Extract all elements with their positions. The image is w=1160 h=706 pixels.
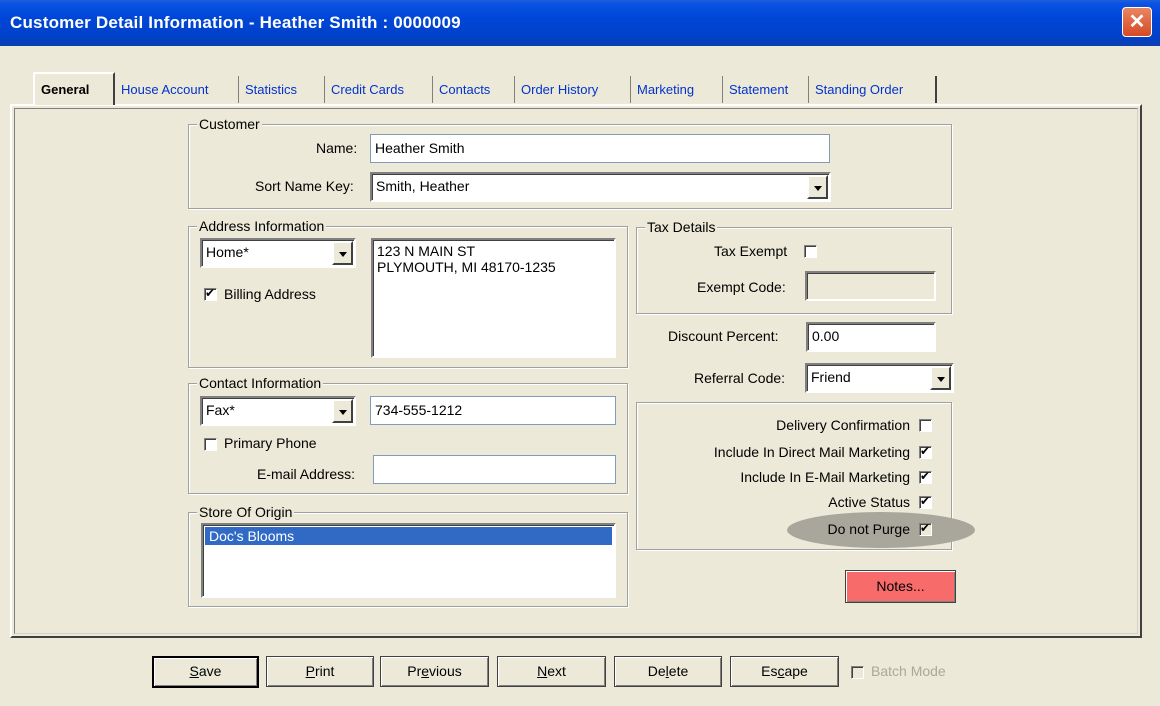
- tax-exempt-checkbox[interactable]: [804, 245, 817, 258]
- discount-percent-label: Discount Percent:: [668, 328, 779, 344]
- address-type-select[interactable]: Home*: [200, 238, 356, 268]
- email-input[interactable]: [373, 455, 616, 484]
- billing-address-checkbox[interactable]: [204, 285, 217, 301]
- billing-address-label: Billing Address: [224, 286, 316, 302]
- email-marketing-label: Include In E-Mail Marketing: [740, 469, 910, 485]
- referral-code-label: Referral Code:: [694, 370, 786, 386]
- previous-button[interactable]: Previous: [380, 656, 489, 687]
- sort-name-key-select[interactable]: Smith, Heather: [370, 172, 831, 202]
- store-listbox[interactable]: Doc's Blooms: [201, 523, 616, 598]
- save-label-rest: ave: [198, 663, 222, 679]
- delete-label-b: ete: [668, 663, 689, 679]
- tab-general[interactable]: General: [33, 72, 115, 105]
- address-line-1: 123 N MAIN ST: [377, 243, 476, 259]
- tab-marketing[interactable]: Marketing: [631, 76, 723, 103]
- address-legend: Address Information: [197, 218, 327, 234]
- phone-input[interactable]: 734-555-1212: [370, 396, 616, 425]
- delete-button[interactable]: Delete: [614, 656, 722, 687]
- referral-code-select[interactable]: Friend: [805, 363, 954, 393]
- previous-mnemonic: e: [421, 663, 430, 679]
- store-legend: Store Of Origin: [197, 504, 295, 520]
- delivery-confirmation-checkbox[interactable]: [919, 419, 932, 432]
- sort-name-key-value: Smith, Heather: [376, 178, 470, 194]
- address-type-value: Home*: [206, 244, 249, 260]
- escape-label-b: ape: [784, 663, 808, 679]
- tab-order-history[interactable]: Order History: [515, 76, 631, 103]
- escape-label-a: Es: [761, 663, 778, 679]
- primary-phone-checkbox[interactable]: [204, 438, 217, 451]
- exempt-code-label: Exempt Code:: [697, 279, 786, 295]
- contact-legend: Contact Information: [197, 375, 324, 391]
- name-label: Name:: [316, 140, 358, 156]
- primary-phone-label: Primary Phone: [224, 435, 317, 451]
- contact-type-select[interactable]: Fax*: [200, 396, 356, 426]
- tax-legend: Tax Details: [645, 219, 718, 235]
- print-button[interactable]: Print: [266, 656, 374, 687]
- email-marketing-checkbox[interactable]: [919, 468, 932, 484]
- direct-mail-checkbox[interactable]: [919, 443, 932, 459]
- close-button[interactable]: ✕: [1122, 7, 1152, 37]
- tab-statistics[interactable]: Statistics: [239, 76, 325, 103]
- name-input[interactable]: Heather Smith: [370, 134, 830, 163]
- title-bar: Customer Detail Information - Heather Sm…: [0, 0, 1160, 46]
- address-line-2: PLYMOUTH, MI 48170-1235: [377, 259, 556, 275]
- previous-label-b: vious: [429, 663, 462, 679]
- escape-button[interactable]: Escape: [730, 656, 839, 687]
- tab-credit-cards[interactable]: Credit Cards: [325, 76, 433, 103]
- next-mnemonic: N: [537, 663, 548, 679]
- tab-house-account[interactable]: House Account: [115, 76, 239, 103]
- sort-name-key-label: Sort Name Key:: [255, 178, 354, 194]
- chevron-down-icon[interactable]: [930, 366, 951, 390]
- discount-percent-input[interactable]: 0.00: [806, 322, 936, 352]
- delete-label-a: De: [647, 663, 666, 679]
- save-mnemonic: S: [189, 663, 199, 679]
- batch-mode-label: Batch Mode: [871, 663, 946, 679]
- active-status-label: Active Status: [828, 494, 910, 510]
- tab-standing-order[interactable]: Standing Order: [809, 76, 937, 103]
- address-textarea[interactable]: 123 N MAIN ST PLYMOUTH, MI 48170-1235: [371, 238, 616, 358]
- notes-button[interactable]: Notes...: [845, 570, 956, 603]
- email-label: E-mail Address:: [257, 466, 356, 482]
- tab-contacts[interactable]: Contacts: [433, 76, 515, 103]
- print-mnemonic: P: [305, 663, 315, 679]
- do-not-purge-label: Do not Purge: [827, 521, 911, 537]
- print-label-rest: rint: [314, 663, 335, 679]
- chevron-down-icon[interactable]: [332, 399, 353, 423]
- active-status-checkbox[interactable]: [919, 493, 932, 509]
- window-title: Customer Detail Information - Heather Sm…: [10, 13, 461, 32]
- referral-code-value: Friend: [811, 369, 851, 385]
- direct-mail-label: Include In Direct Mail Marketing: [713, 444, 910, 460]
- do-not-purge-checkbox[interactable]: [919, 520, 932, 536]
- chevron-down-icon[interactable]: [807, 175, 828, 199]
- customer-legend: Customer: [197, 116, 262, 132]
- next-label-rest: ext: [547, 663, 566, 679]
- previous-label-a: Pr: [407, 663, 422, 679]
- batch-mode-checkbox[interactable]: [851, 666, 864, 679]
- chevron-down-icon[interactable]: [332, 241, 353, 265]
- list-item[interactable]: Doc's Blooms: [205, 527, 612, 545]
- delivery-confirmation-label: Delivery Confirmation: [776, 417, 910, 433]
- next-button[interactable]: Next: [497, 656, 606, 687]
- tax-exempt-label: Tax Exempt: [714, 243, 788, 259]
- tab-statement[interactable]: Statement: [723, 76, 809, 103]
- save-button[interactable]: Save: [152, 656, 259, 688]
- exempt-code-input[interactable]: [805, 271, 936, 301]
- contact-type-value: Fax*: [206, 402, 235, 418]
